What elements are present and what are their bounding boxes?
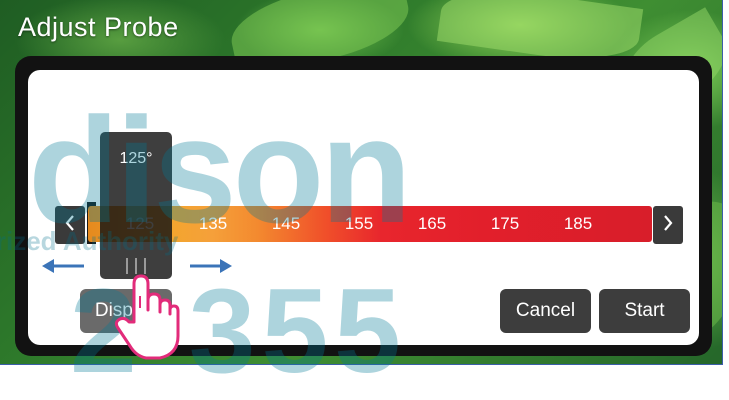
selected-temperature: 125° <box>119 150 153 167</box>
scroll-right-button[interactable] <box>653 206 683 244</box>
start-button[interactable]: Start <box>599 289 690 333</box>
chevron-left-icon <box>64 214 76 236</box>
scale-tick-label: 175 <box>490 214 520 233</box>
scale-tick-label: 185 <box>563 214 593 233</box>
arrow-right-icon <box>188 258 232 278</box>
scale-tick-label: 155 <box>344 214 374 233</box>
page-title: Adjust Probe <box>18 12 179 42</box>
hand-pointer-icon <box>112 262 182 366</box>
scroll-left-button[interactable] <box>55 206 85 244</box>
chevron-right-icon <box>662 214 674 236</box>
temperature-selector-handle[interactable]: 125° <box>100 132 172 279</box>
scale-tick-label: 145 <box>271 214 301 233</box>
cancel-button[interactable]: Cancel <box>500 289 591 333</box>
scale-tick-label: 165 <box>417 214 447 233</box>
arrow-left-icon <box>42 258 86 278</box>
scale-tick-label: 135 <box>198 214 228 233</box>
